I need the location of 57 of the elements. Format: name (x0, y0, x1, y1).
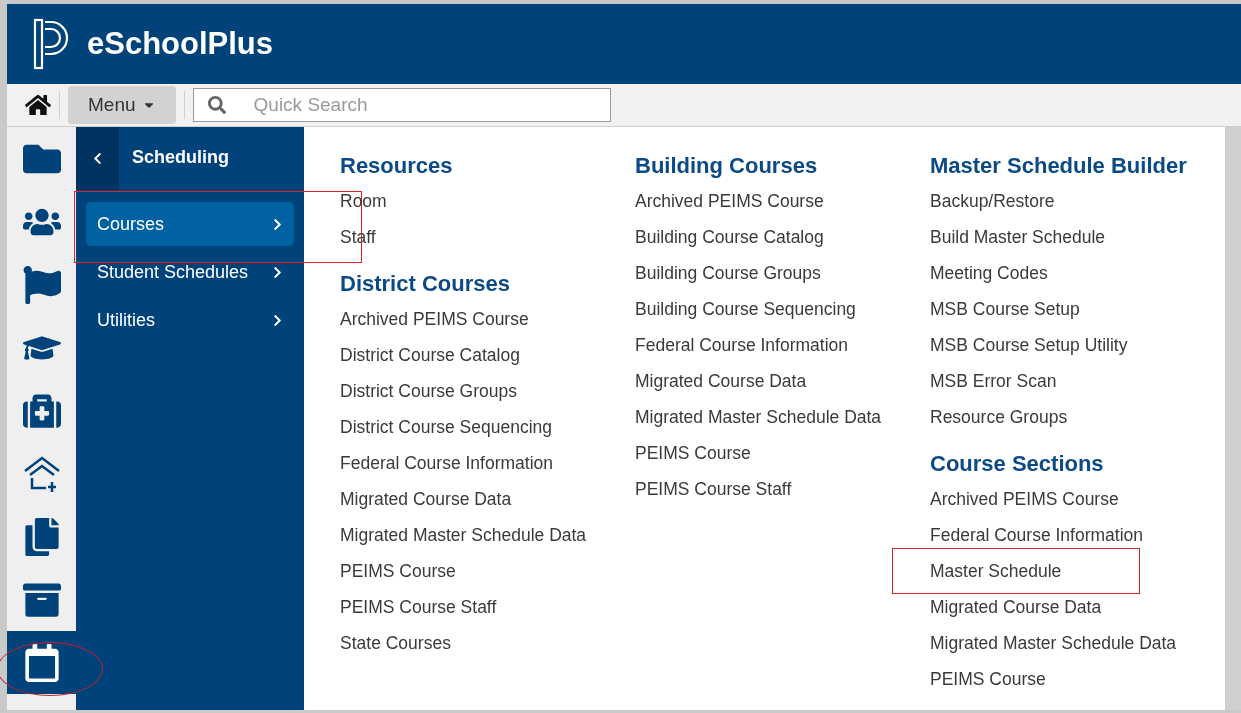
menu-link[interactable]: Meeting Codes (930, 255, 1048, 291)
menu-button[interactable]: Menu (68, 86, 176, 124)
submenu-item[interactable]: Utilities (86, 298, 294, 342)
menu-link[interactable]: Building Course Groups (635, 255, 821, 291)
menu-link[interactable]: Build Master Schedule (930, 219, 1106, 255)
menu-link[interactable]: Federal Course Information (930, 517, 1144, 553)
menu-link[interactable]: Building Course Sequencing (635, 291, 856, 327)
section-heading: District Courses (340, 271, 511, 298)
menu-link[interactable]: Archived PEIMS Course (635, 183, 824, 219)
archive-box-icon (22, 580, 61, 619)
chevron-right-icon (271, 313, 284, 327)
menu-link[interactable]: MSB Course Setup Utility (930, 327, 1128, 363)
section-heading: Master Schedule Builder (930, 153, 1188, 180)
menu-link[interactable]: Migrated Course Data (340, 481, 512, 517)
chevron-right-icon (271, 265, 284, 279)
menu-link[interactable]: Master Schedule (930, 553, 1062, 589)
menu-link[interactable]: Federal Course Information (340, 445, 554, 481)
chevron-left-icon (91, 152, 104, 165)
documents-icon (22, 517, 61, 556)
menu-link[interactable]: Archived PEIMS Course (930, 481, 1119, 517)
chevron-right-icon (271, 217, 284, 231)
medical-kit-icon (22, 391, 61, 430)
calendar-icon (22, 643, 61, 682)
menu-link[interactable]: Migrated Course Data (635, 363, 807, 399)
menu-link[interactable]: District Course Sequencing (340, 409, 553, 445)
home-icon[interactable] (25, 92, 51, 118)
submenu-item[interactable]: Courses (86, 202, 294, 246)
menu-link[interactable]: PEIMS Course (635, 435, 751, 471)
menu-link[interactable]: State Courses (340, 625, 451, 661)
menu-link[interactable]: PEIMS Course (930, 661, 1046, 697)
app-title: eSchoolPlus (87, 26, 274, 62)
submenu-title: Scheduling (131, 146, 229, 169)
menu-link[interactable]: Migrated Master Schedule Data (930, 625, 1177, 661)
menu-link[interactable]: Migrated Course Data (930, 589, 1102, 625)
menu-link[interactable]: Building Course Catalog (635, 219, 824, 255)
section-heading: Resources (340, 153, 454, 180)
menu-link[interactable]: Migrated Master Schedule Data (340, 517, 587, 553)
flag-icon (22, 265, 61, 304)
search-field[interactable]: Quick Search (192, 88, 611, 122)
section-heading: Building Courses (635, 153, 819, 180)
menu-link[interactable]: PEIMS Course Staff (340, 589, 497, 625)
menu-link[interactable]: Resource Groups (930, 399, 1068, 435)
rail-tile[interactable] (7, 631, 76, 694)
menu-link[interactable]: PEIMS Course (340, 553, 456, 589)
search-icon (207, 96, 226, 114)
menu-link[interactable]: District Course Groups (340, 373, 517, 409)
menu-link[interactable]: District Course Catalog (340, 337, 520, 373)
submenu-item[interactable]: Student Schedules (86, 250, 294, 294)
search-input[interactable]: Quick Search (251, 93, 556, 117)
menu-link[interactable]: Federal Course Information (635, 327, 849, 363)
menu-link[interactable]: Migrated Master Schedule Data (635, 399, 882, 435)
section-heading: Course Sections (930, 451, 1105, 478)
menu-link[interactable]: Backup/Restore (930, 183, 1055, 219)
menu-link[interactable]: PEIMS Course Staff (635, 471, 792, 507)
menu-link[interactable]: MSB Error Scan (930, 363, 1057, 399)
menu-link[interactable]: MSB Course Setup (930, 291, 1080, 327)
menu-link[interactable]: Archived PEIMS Course (340, 301, 529, 337)
